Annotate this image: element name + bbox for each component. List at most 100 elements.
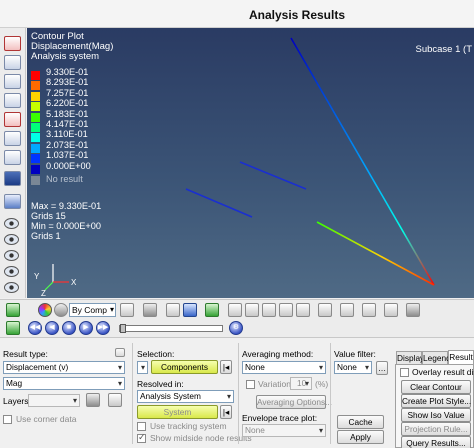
title-bar: Analysis Results bbox=[0, 0, 474, 28]
use-corner-data-checkbox[interactable] bbox=[3, 415, 12, 424]
shaded-cube-icon[interactable] bbox=[143, 303, 157, 317]
zoom-icon[interactable] bbox=[318, 303, 332, 317]
tab-display[interactable]: Display bbox=[396, 351, 424, 364]
color-by-select[interactable]: By Comp bbox=[69, 303, 116, 317]
clear-contour-button[interactable]: Clear Contour bbox=[401, 380, 471, 394]
iso-view-icon[interactable] bbox=[228, 303, 242, 317]
animation-mode-icon[interactable] bbox=[6, 321, 20, 335]
cache-button[interactable]: Cache bbox=[337, 415, 384, 429]
envelope-trace-select[interactable]: None bbox=[242, 424, 326, 437]
result-iso-icon[interactable] bbox=[4, 112, 21, 127]
isolate-eye-icon[interactable] bbox=[4, 250, 19, 261]
tab-legend[interactable]: Legend bbox=[422, 351, 451, 364]
measure-icon[interactable] bbox=[340, 303, 354, 317]
animation-slider[interactable] bbox=[119, 324, 223, 333]
legend-value: 1.037E-01 bbox=[46, 150, 89, 161]
legend-swatch bbox=[31, 143, 40, 153]
triad-z-axis bbox=[44, 281, 54, 291]
mesh-lines-icon[interactable] bbox=[166, 303, 180, 317]
contour-panel: Result type: Displacement (v) Mag Layers… bbox=[0, 339, 474, 448]
show-midside-checkbox[interactable] bbox=[137, 432, 146, 443]
legend-value: 9.330E-01 bbox=[46, 67, 89, 77]
query-results-button[interactable]: Query Results... bbox=[401, 436, 471, 448]
result-query-icon[interactable] bbox=[4, 150, 21, 165]
section-cut-icon[interactable] bbox=[362, 303, 376, 317]
color-mode-icon[interactable] bbox=[38, 303, 52, 317]
result-vector-icon[interactable] bbox=[4, 74, 21, 89]
legend-max: Max = 9.330E-01 bbox=[31, 201, 102, 211]
capture-icon[interactable] bbox=[384, 303, 398, 317]
component-select[interactable]: Mag bbox=[3, 377, 125, 390]
result-markers-icon[interactable] bbox=[4, 131, 21, 146]
stop-button[interactable]: ■ bbox=[62, 321, 76, 335]
wireframe-cube-icon[interactable] bbox=[120, 303, 134, 317]
result-contour-icon[interactable] bbox=[4, 36, 21, 51]
hide-eye-icon[interactable] bbox=[4, 234, 19, 245]
show-eye-icon[interactable] bbox=[4, 218, 19, 229]
system-button[interactable]: System bbox=[137, 405, 218, 419]
variation-checkbox[interactable] bbox=[246, 380, 255, 389]
value-filter-select[interactable]: None bbox=[334, 361, 372, 374]
create-plot-style-button[interactable]: Create Plot Style... bbox=[401, 394, 471, 408]
contour-toolbar-icon[interactable] bbox=[6, 303, 20, 317]
apply-button[interactable]: Apply bbox=[337, 430, 384, 444]
fit-view-icon[interactable] bbox=[296, 303, 310, 317]
variation-input[interactable]: 10 bbox=[290, 377, 312, 390]
use-tracking-system-label: Use tracking system bbox=[150, 421, 227, 431]
layers-select[interactable] bbox=[28, 394, 80, 407]
layer-stack-icon[interactable] bbox=[108, 393, 122, 407]
first-frame-button[interactable]: ◀◀ bbox=[28, 321, 42, 335]
feature-lines-icon[interactable] bbox=[205, 303, 219, 317]
member-short-right bbox=[239, 161, 307, 190]
result-viewer-icon[interactable] bbox=[4, 171, 21, 186]
selection-filter-select[interactable] bbox=[137, 361, 148, 374]
animation-settings-button[interactable]: ⚙ bbox=[229, 321, 243, 335]
last-frame-button[interactable]: ▶▶ bbox=[96, 321, 110, 335]
averaging-method-select[interactable]: None bbox=[242, 361, 326, 374]
selection-label: Selection: bbox=[137, 349, 175, 359]
result-type-label: Result type: bbox=[3, 349, 48, 359]
components-button[interactable]: Components bbox=[151, 360, 218, 374]
result-type-select[interactable]: Displacement (v) bbox=[3, 361, 125, 374]
value-filter-button[interactable]: … bbox=[376, 361, 388, 375]
reverse-eye-icon[interactable] bbox=[4, 266, 19, 277]
legend-max-grids: Grids 15 bbox=[31, 211, 66, 221]
resolved-in-select[interactable]: Analysis System bbox=[137, 390, 234, 403]
front-view-icon[interactable] bbox=[245, 303, 259, 317]
previous-frame-button[interactable]: ◀ bbox=[45, 321, 59, 335]
legend-value: 5.183E-01 bbox=[46, 108, 89, 119]
animation-slider-thumb[interactable] bbox=[120, 324, 126, 333]
system-reset-button[interactable]: |◂ bbox=[220, 405, 232, 419]
result-tensor-icon[interactable] bbox=[4, 93, 21, 108]
projection-rule-button[interactable]: Projection Rule... bbox=[401, 422, 471, 436]
shaded-sphere-icon[interactable] bbox=[54, 303, 68, 317]
components-reset-button[interactable]: |◂ bbox=[220, 360, 232, 374]
subcase-label: Subcase 1 (T bbox=[415, 44, 473, 55]
use-tracking-system-checkbox[interactable] bbox=[137, 422, 146, 431]
result-deformed-icon[interactable] bbox=[4, 55, 21, 70]
show-midside-label: Show midside node results bbox=[150, 433, 252, 443]
show-iso-value-button[interactable]: Show Iso Value bbox=[401, 408, 471, 422]
window-title: Analysis Results bbox=[248, 8, 346, 22]
show-all-eye-icon[interactable] bbox=[4, 282, 19, 293]
camera-icon[interactable] bbox=[406, 303, 420, 317]
result-type-options-button[interactable] bbox=[115, 348, 125, 357]
legend-value: 3.110E-01 bbox=[46, 129, 88, 140]
overlay-result-display-checkbox[interactable] bbox=[400, 368, 409, 377]
averaging-options-button[interactable]: Averaging Options... bbox=[256, 395, 332, 409]
result-tab-panel: Overlay result display Clear Contour Cre… bbox=[395, 364, 474, 448]
side-view-icon[interactable] bbox=[262, 303, 276, 317]
legend-swatch bbox=[31, 154, 40, 164]
value-filter-label: Value filter: bbox=[334, 349, 376, 359]
next-frame-button[interactable]: ▶ bbox=[79, 321, 93, 335]
filter-icon[interactable] bbox=[86, 393, 100, 407]
tab-result[interactable]: Result bbox=[448, 350, 474, 364]
top-view-icon[interactable] bbox=[279, 303, 293, 317]
left-toolbar bbox=[0, 28, 26, 298]
display-mode-icon[interactable] bbox=[4, 194, 21, 209]
legend-swatch bbox=[31, 71, 40, 80]
transparency-icon[interactable] bbox=[183, 303, 197, 317]
graphics-viewport[interactable]: Y X Z Contour Plot Displacement(Mag) Ana… bbox=[27, 28, 474, 298]
panel-separator-1 bbox=[132, 343, 133, 444]
legend-value: 6.220E-01 bbox=[46, 98, 89, 109]
